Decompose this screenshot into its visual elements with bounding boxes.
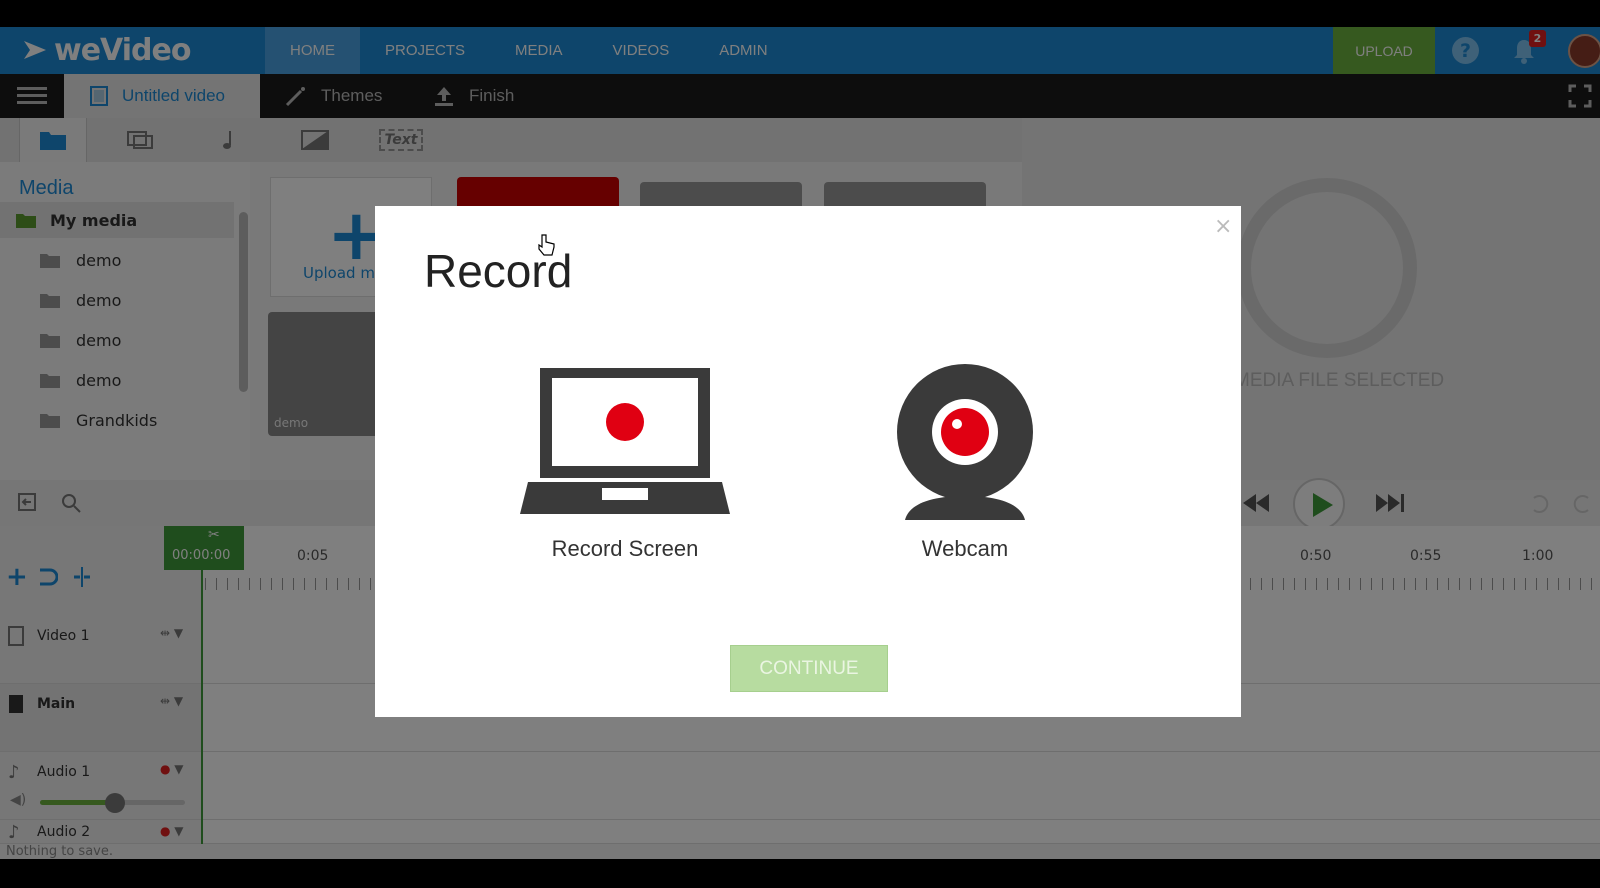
app-frame: weVideo HOME PROJECTS MEDIA VIDEOS ADMIN… [0,27,1600,859]
webcam-icon [897,364,1033,520]
cursor-icon [538,234,555,256]
record-screen-label: Record Screen [551,536,699,561]
webcam-option[interactable]: Webcam [885,364,1045,562]
webcam-label: Webcam [921,536,1009,561]
laptop-record-icon [520,368,730,514]
continue-button[interactable]: CONTINUE [730,645,888,692]
record-dialog: × Record Record Screen Webcam CONTINUE [375,206,1241,717]
close-icon[interactable]: × [1214,214,1232,239]
record-screen-option[interactable]: Record Screen [520,364,730,562]
